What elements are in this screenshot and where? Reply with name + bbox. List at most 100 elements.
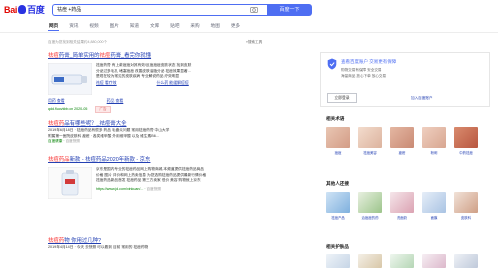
related-terms-title: 相关术语 [326,116,345,121]
product-thumbnail[interactable] [48,63,92,95]
people-search-item[interactable]: 面膜 [422,192,446,220]
people-search-item[interactable]: 洗面奶 [390,192,414,220]
people-search-image [390,192,414,213]
people-search-item[interactable]: 治痘痘的药 [358,192,382,220]
tab-caigou[interactable]: 采购 [189,21,200,31]
result-snippet: 祛痘药品新品首发 祛痘药品 第三方卖家 低价 美容 购物就上京东 [96,178,201,183]
product-item[interactable] [422,254,446,268]
url-text: https://www.jd.com/xinkuan/... [96,186,144,191]
sub-link[interactable]: 药品 查看 [107,98,124,104]
safety-title: 查看百度账户 交易更有保障 [341,59,397,64]
tab-bar: 网页 资讯 视频 图片 知道 文库 贴吧 采购 地图 更多 [48,21,241,31]
people-search-caption: 面膜 [430,216,438,220]
related-products-title: 相关护肤品 [326,244,349,249]
sub-link[interactable]: 用药 查看 [48,98,65,104]
header: Bai 百度 祛痘 +药品 百度一下 [0,0,498,20]
result-title-link[interactable]: 祛痘药品新款 - 祛痘药品2020年新款 - 京东 [48,156,300,164]
result-snippet: 2019年4月14日 · 今天 去快照 可以看到 目前 常用的 祛痘药物 [48,245,149,249]
result-title-link[interactable]: 祛痘药物 你用过几种? [48,237,300,245]
related-item[interactable]: 痘痘 [326,127,350,155]
people-search-item[interactable]: 皮肤科 [454,192,478,220]
product-image [326,254,350,268]
sub-link[interactable]: 祛痘 看疗效 [96,80,117,86]
product-item[interactable] [358,254,382,268]
login-button[interactable]: 立即登录 [327,93,357,103]
related-caption: 粉刺 [430,151,438,155]
product-image [390,254,414,268]
result-url: https://www.jd.com/xinkuan/... · 百度快照 [96,186,161,191]
snapshot-link[interactable]: 百度快照 [147,187,161,191]
related-caption: 中药祛痘 [459,151,473,155]
url-text: 百度健康 [48,139,63,144]
sub-link[interactable]: 什么药 能缓解痘痘 [157,80,189,86]
header-divider [0,32,498,33]
product-item[interactable] [390,254,414,268]
tab-wenku[interactable]: 文库 [149,21,160,31]
result-title-link[interactable]: 祛痘药膏_简单实用的祛痘药膏_看完你就懂 [48,52,300,60]
people-search-image [326,192,350,213]
search-result-ad: 祛痘药膏_简单实用的祛痘药膏_看完你就懂 祛痘药膏 有上款痘痘对其有效!反痘痘痘… [48,52,300,113]
baidu-logo[interactable]: Bai 百度 [4,5,45,15]
related-item[interactable]: 祛痘美容 [358,127,382,155]
url-text: qdd.fluovkbb.cn 2020-05 [48,107,88,111]
tab-news[interactable]: 资讯 [68,21,79,31]
tab-images[interactable]: 图片 [109,21,120,31]
people-also-search-title: 其他人还搜 [326,181,349,186]
search-result: 祛痘药物 你用过几种? 2019年4月14日 · 今天 去快照 可以看到 目前 … [48,237,300,251]
related-caption: 痤疮 [398,151,406,155]
people-search-caption: 皮肤科 [460,216,472,220]
related-item[interactable]: 痤疮 [390,127,414,155]
product-item[interactable] [326,254,350,268]
search-button[interactable]: 百度一下 [267,4,312,16]
people-search-item[interactable]: 祛痘产品 [326,192,350,220]
related-image [326,127,350,148]
related-image [390,127,414,148]
title-highlight: 祛痘药 [48,121,65,127]
related-image [454,127,478,148]
related-caption: 祛痘美容 [363,151,377,155]
tab-map[interactable]: 地图 [210,21,221,31]
people-search-image [454,192,478,213]
title-highlight: 祛痘 [48,53,59,59]
title-text: 药膏_看完你就懂 [110,53,152,59]
title-text: 物 你用过几种? [64,238,102,244]
people-search-caption: 洗面奶 [396,216,408,220]
title-highlight: 祛痘 [99,53,111,59]
tab-more[interactable]: 更多 [230,21,241,31]
search-tools-label: 搜索工具 [247,40,263,44]
add-account-link[interactable]: 加入百度账户 [411,96,433,101]
tab-zhidao[interactable]: 知道 [129,21,140,31]
product-image [454,254,478,268]
people-search-caption: 祛痘产品 [331,216,345,220]
tab-web[interactable]: 网页 [48,21,60,31]
logo-text-bai: Bai [4,5,18,15]
related-image [358,127,382,148]
title-highlight: 祛痘药品 [48,157,70,163]
title-highlight: 祛痘药 [48,238,65,244]
people-search-image [422,192,446,213]
title-text: 品有哪些呢？_祛痘膏大全 [64,121,127,127]
tab-video[interactable]: 视频 [88,21,99,31]
account-safety-card: 查看百度账户 交易更有保障 购物交易有保障 安全交易 海量商品 放心下单 放心交… [320,52,490,107]
search-result: 祛痘药品新款 - 祛痘药品2020年新款 - 京东 京东是国内专业的祛痘药品网上… [48,156,300,199]
related-item[interactable]: 中药祛痘 [454,127,478,155]
product-image [358,254,382,268]
search-tools-button[interactable]: ▿搜索工具 [246,40,262,45]
result-title-link[interactable]: 祛痘药品有哪些呢？_祛痘膏大全 [48,120,300,128]
tab-tieba[interactable]: 贴吧 [169,21,180,31]
result-url: 百度健康 · 百度快照 [48,139,80,144]
result-count: 百度为您找到相关结果约4,880,000个 [48,40,108,44]
product-thumbnail[interactable] [48,167,92,199]
camera-icon[interactable] [250,6,258,13]
related-item[interactable]: 粉刺 [422,127,446,155]
search-input[interactable]: 祛痘 +药品 [52,4,267,16]
product-item[interactable] [454,254,478,268]
search-result: 祛痘药品有哪些呢？_祛痘膏大全 2019年6月18日 · 祛痘药品有很多 药品 … [48,120,300,145]
snapshot-link[interactable]: 百度快照 [66,139,80,143]
related-caption: 痘痘 [334,151,342,155]
product-image [422,254,446,268]
result-url: qdd.fluovkbb.cn 2020-05 广告 [48,106,298,113]
safety-desc: 海量商品 放心下单 放心交易 [341,73,387,78]
people-search-caption: 治痘痘的药 [361,216,379,220]
shield-icon [327,58,337,70]
